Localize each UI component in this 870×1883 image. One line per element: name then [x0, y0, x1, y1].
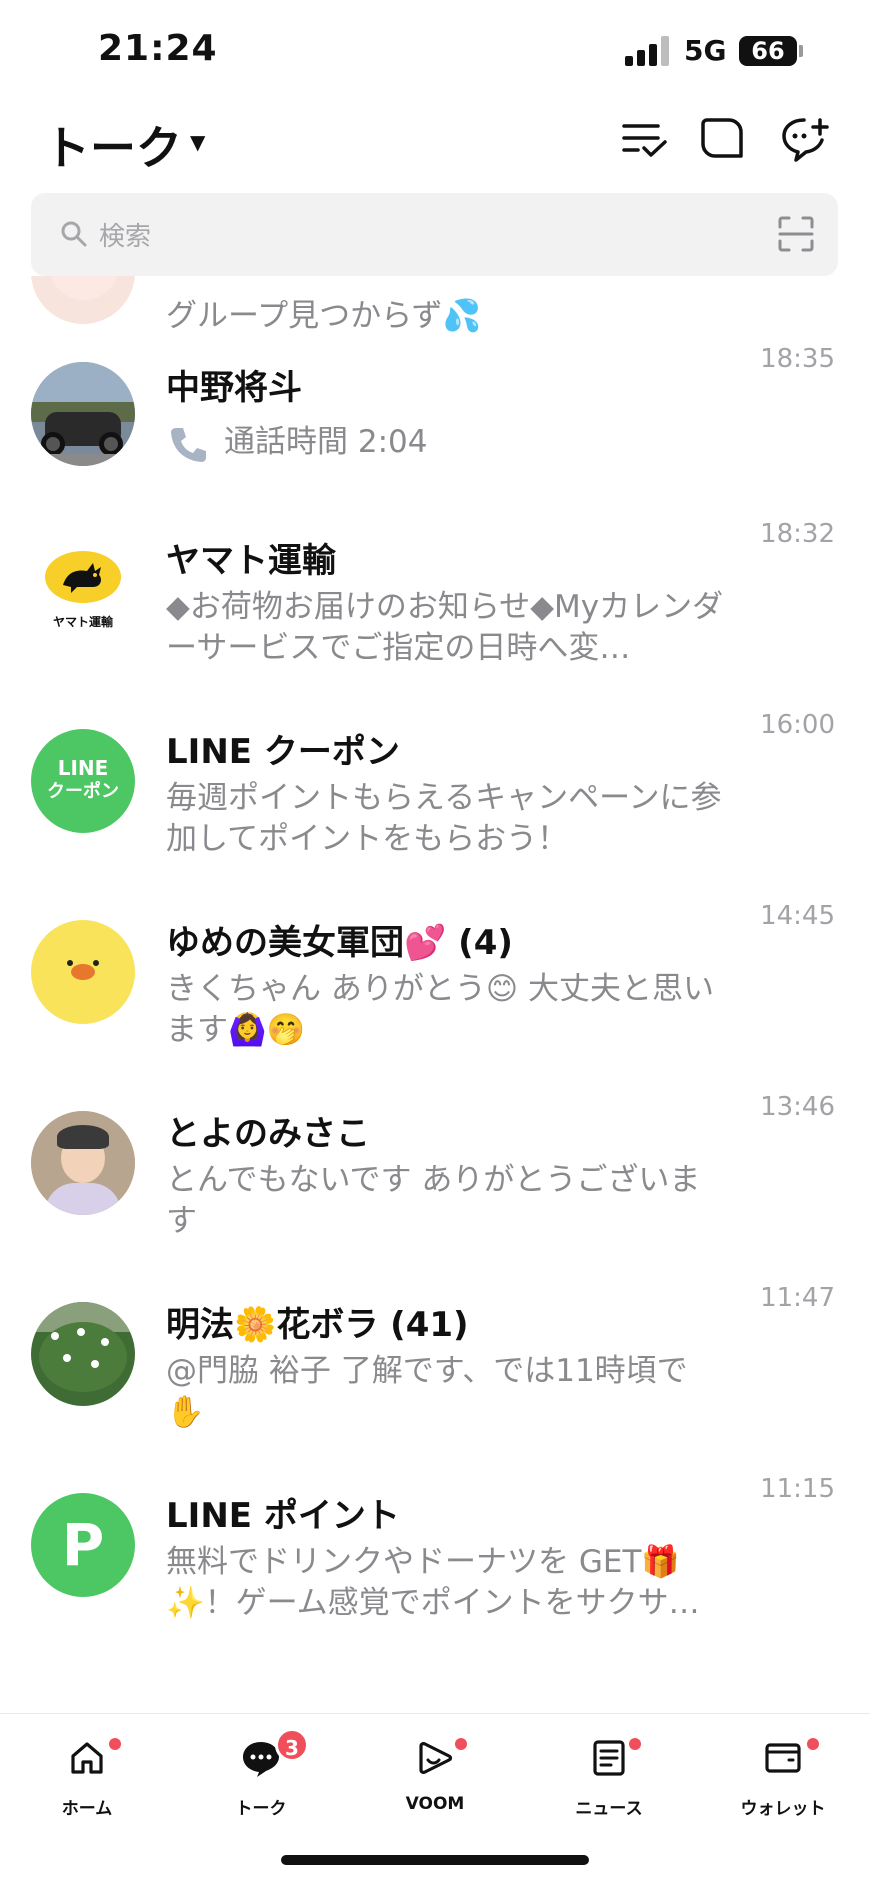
- news-icon: [593, 1740, 625, 1776]
- openchat-icon[interactable]: [697, 114, 747, 164]
- avatar-label-line: LINE: [57, 756, 109, 780]
- avatar: [31, 1302, 135, 1406]
- nav-voom[interactable]: VOOM: [365, 1728, 505, 1838]
- chat-time: 11:47: [760, 1283, 835, 1313]
- voom-icon: [419, 1742, 453, 1774]
- chat-name: LINE ポイント: [166, 1496, 400, 1536]
- chat-time: 11:15: [760, 1474, 835, 1504]
- status-bar: 21:24 5G 66: [0, 0, 870, 100]
- chat-preview: ◆お荷物お届けのお知らせ◆Myカレンダーサービスでご指定の日時へ変…: [166, 589, 724, 666]
- battery-cap: [799, 45, 803, 57]
- battery-icon: 66: [739, 36, 797, 66]
- header: トーク ▼: [0, 100, 870, 190]
- talk-unread-badge: 3: [275, 1728, 309, 1762]
- bottom-nav: ホーム 3 トーク VOOM ニュース ウォレット: [0, 1713, 870, 1883]
- nav-talk-label: トーク: [235, 1799, 287, 1819]
- yamato-logo-text: ヤマト運輸: [52, 615, 113, 629]
- avatar: [31, 276, 135, 324]
- chat-name: 中野将斗: [166, 368, 302, 408]
- search-input[interactable]: 検索: [99, 216, 151, 253]
- home-icon: [71, 1742, 103, 1774]
- news-notification-dot: [629, 1738, 641, 1750]
- nav-wallet[interactable]: ウォレット: [713, 1728, 853, 1838]
- line-coupon-avatar: LINE クーポン: [31, 729, 135, 833]
- chat-preview: とんでもないです ありがとうございます: [166, 1162, 701, 1239]
- chat-name: とよのみさこ: [166, 1114, 370, 1154]
- phone-icon: [171, 427, 206, 462]
- chat-item[interactable]: ヤマト運輸 ヤマト運輸 ◆お荷物お届けのお知らせ◆Myカレンダーサービスでご指定…: [0, 501, 870, 691]
- chat-list[interactable]: グループ見つからず💦 中野将斗 通話時間 2:04 18:35 ヤマト運輸 ヤマ…: [0, 276, 870, 1713]
- signal-icon: [625, 36, 673, 66]
- nav-talk[interactable]: 3 トーク: [191, 1728, 331, 1838]
- chat-item[interactable]: LINE クーポン LINE クーポン 毎週ポイントもらえるキャンペーンに参加し…: [0, 692, 870, 882]
- chat-preview: @門脇 裕子 了解です、では11時頃で✋: [166, 1353, 688, 1430]
- chat-time: 13:46: [760, 1092, 835, 1122]
- chat-item[interactable]: P LINE ポイント 無料でドリンクやドーナツを GET🎁✨！ゲーム感覚でポイ…: [0, 1456, 870, 1646]
- search-bar[interactable]: 検索: [31, 193, 838, 276]
- page-title[interactable]: トーク: [44, 112, 182, 178]
- nav-news[interactable]: ニュース: [539, 1728, 679, 1838]
- chat-time: 18:32: [760, 519, 835, 549]
- cat-logo-icon: [63, 563, 101, 593]
- chat-time: 14:45: [760, 901, 835, 931]
- chat-time: 18:35: [760, 344, 835, 374]
- new-chat-icon[interactable]: [780, 114, 830, 164]
- avatar-letter: P: [61, 1511, 105, 1579]
- nav-home-label: ホーム: [61, 1799, 113, 1819]
- edit-list-icon[interactable]: [620, 114, 670, 164]
- line-point-avatar: P: [31, 1493, 135, 1597]
- call-duration: 通話時間 2:04: [224, 424, 428, 460]
- avatar-label-coupon: クーポン: [47, 781, 119, 802]
- home-indicator[interactable]: [281, 1855, 589, 1865]
- chat-item[interactable]: ゆめの美女軍団💕 (4) きくちゃん ありがとう😊 大丈夫と思います🙆‍♀️🤭 …: [0, 883, 870, 1073]
- caret-down-icon[interactable]: ▼: [190, 130, 205, 154]
- voom-notification-dot: [455, 1738, 467, 1750]
- network-label: 5G: [684, 34, 727, 67]
- screen: 21:24 5G 66 トーク ▼ 検索 グループ見つからず💦 中野将斗 通話時…: [0, 0, 870, 1883]
- chat-name: 明法🌼花ボラ (41): [166, 1305, 469, 1345]
- chat-preview: きくちゃん ありがとう😊 大丈夫と思います🙆‍♀️🤭: [166, 971, 715, 1048]
- chat-item[interactable]: とよのみさこ とんでもないです ありがとうございます 13:46: [0, 1074, 870, 1264]
- wallet-icon: [765, 1743, 801, 1773]
- chat-preview: 毎週ポイントもらえるキャンペーンに参加してポイントをもらおう！: [166, 780, 722, 857]
- avatar: [31, 1111, 135, 1215]
- nav-voom-label: VOOM: [405, 1794, 465, 1814]
- nav-news-label: ニュース: [575, 1799, 643, 1819]
- chat-item[interactable]: 中野将斗 通話時間 2:04 18:35: [0, 322, 870, 512]
- nav-home[interactable]: ホーム: [17, 1728, 157, 1838]
- status-time: 21:24: [98, 28, 218, 69]
- chat-name: LINE クーポン: [166, 732, 400, 772]
- search-icon: [61, 221, 87, 247]
- sally-avatar: [31, 920, 135, 1024]
- chat-time: 16:00: [760, 710, 835, 740]
- chat-name: ヤマト運輸: [166, 541, 336, 581]
- chat-preview: 無料でドリンクやドーナツを GET🎁✨！ゲーム感覚でポイントをサクサ…: [166, 1544, 700, 1621]
- wallet-notification-dot: [807, 1738, 819, 1750]
- avatar: [31, 362, 135, 466]
- chat-preview: 通話時間 2:04: [166, 422, 726, 464]
- chat-item[interactable]: 明法🌼花ボラ (41) @門脇 裕子 了解です、では11時頃で✋ 11:47: [0, 1265, 870, 1455]
- home-notification-dot: [109, 1738, 121, 1750]
- nav-wallet-label: ウォレット: [740, 1799, 826, 1819]
- qr-scan-icon[interactable]: [777, 215, 815, 253]
- chat-name: ゆめの美女軍団💕 (4): [166, 923, 513, 963]
- yamato-avatar: ヤマト運輸: [31, 541, 135, 645]
